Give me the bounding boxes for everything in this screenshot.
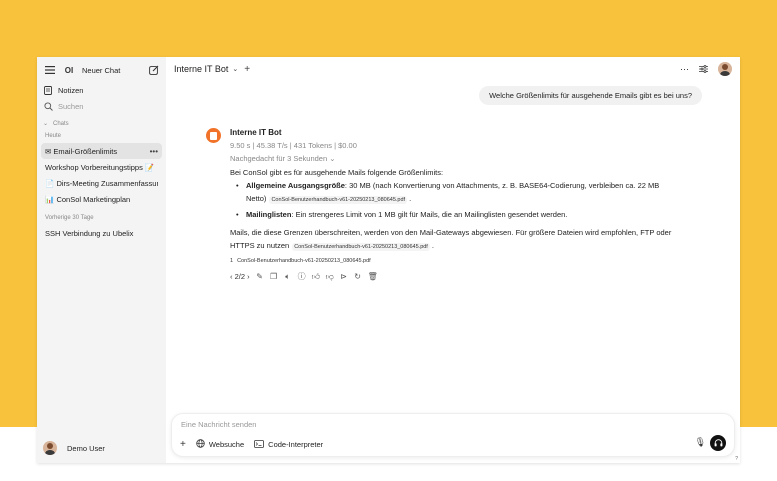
chat-item-label: ✉ Email-Größenlimits bbox=[45, 146, 118, 156]
message-actions: ‹ 2/2 › ✎ ❐ 🔈︎ ⓘ 👍︎ 👎︎ ⊳ ↻ 🗑︎ bbox=[230, 270, 686, 283]
avatar[interactable] bbox=[718, 62, 732, 76]
chevron-down-icon[interactable]: ⌄ bbox=[232, 65, 238, 73]
chat-item-workshop[interactable]: Workshop Vorbereitungstipps 📝 bbox=[41, 159, 162, 175]
user-name: Demo User bbox=[67, 443, 105, 453]
top-bar: Interne IT Bot ⌄ + ⋯ bbox=[166, 57, 740, 81]
add-attachment-icon[interactable]: + bbox=[180, 439, 186, 450]
thumbs-down-icon[interactable]: 👎︎ bbox=[326, 270, 334, 283]
delete-icon[interactable]: 🗑︎ bbox=[368, 270, 378, 283]
terminal-icon bbox=[254, 439, 265, 450]
app-window: OI Neuer Chat Notizen Suchen ⌄ Chats Heu… bbox=[37, 57, 740, 463]
more-options-icon[interactable]: ••• bbox=[148, 147, 158, 156]
message-composer[interactable]: Eine Nachricht senden + Websuche Code-In… bbox=[171, 413, 735, 457]
logo-icon: OI bbox=[64, 65, 74, 75]
chat-item-label: Workshop Vorbereitungstipps 📝 bbox=[45, 162, 155, 172]
chats-section-label: Chats bbox=[53, 120, 69, 127]
chat-item-dirs-meeting[interactable]: 📄 Dirs-Meeting Zusammenfassung bbox=[41, 175, 162, 191]
new-chat-button[interactable]: Neuer Chat bbox=[82, 66, 148, 75]
edit-icon[interactable] bbox=[148, 64, 160, 76]
thought-toggle[interactable]: Nachgedacht für 3 Sekunden ⌄ bbox=[230, 152, 686, 166]
globe-icon bbox=[196, 439, 205, 450]
user-menu[interactable]: Demo User bbox=[43, 441, 105, 455]
composer-tools: + Websuche Code-Interpreter bbox=[180, 439, 323, 450]
search-icon bbox=[43, 101, 53, 111]
microphone-icon[interactable]: 🎙︎ bbox=[695, 437, 706, 448]
bot-stats: 9.50 s | 45.38 T/s | 431 Tokens | $0.00 bbox=[230, 141, 357, 150]
chevron-down-icon: ⌄ bbox=[43, 121, 49, 127]
answer-intro: Bei ConSol gibt es für ausgehende Mails … bbox=[230, 168, 444, 177]
chat-item-label: 📄 Dirs-Meeting Zusammenfassung bbox=[45, 178, 158, 188]
regenerate-icon[interactable]: ↻ bbox=[354, 270, 362, 283]
group-label: Vorherige 30 Tage bbox=[45, 215, 94, 221]
citation-chip[interactable]: ConSol-Benutzerhandbuch-v61-20250213_080… bbox=[292, 243, 430, 252]
search-placeholder: Suchen bbox=[58, 101, 84, 111]
bot-name: Interne IT Bot bbox=[230, 128, 282, 137]
chat-item-marketingplan[interactable]: 📊 ConSol Marketingplan bbox=[41, 191, 162, 207]
sidebar-item-notes[interactable]: Notizen bbox=[37, 82, 166, 98]
main-panel: Interne IT Bot ⌄ + ⋯ Welche Größenlimits… bbox=[166, 57, 740, 463]
websearch-toggle[interactable]: Websuche bbox=[196, 439, 244, 450]
pager[interactable]: ‹ 2/2 › bbox=[230, 270, 250, 283]
chat-item-ssh[interactable]: SSH Verbindung zu Ubelix bbox=[41, 225, 162, 241]
list-item: Mailinglisten: Ein strengeres Limit von … bbox=[234, 208, 686, 221]
edit-icon[interactable]: ✎ bbox=[256, 270, 264, 283]
chevron-down-icon: ⌄ bbox=[329, 154, 336, 163]
sidebar-header: OI Neuer Chat bbox=[37, 58, 166, 82]
bot-message: Interne IT Bot 9.50 s | 45.38 T/s | 431 … bbox=[206, 126, 686, 283]
group-label: Heute bbox=[45, 133, 62, 139]
citation-chip[interactable]: ConSol-Benutzerhandbuch-v61-20250213_080… bbox=[269, 196, 408, 205]
model-selector[interactable]: Interne IT Bot bbox=[174, 64, 228, 74]
sidebar-item-label: Notizen bbox=[58, 85, 84, 95]
avatar bbox=[43, 441, 57, 455]
user-message: Welche Größenlimits für ausgehende Email… bbox=[479, 86, 702, 105]
voice-mode-button[interactable] bbox=[710, 435, 726, 451]
notes-icon bbox=[43, 85, 53, 95]
add-model-icon[interactable]: + bbox=[244, 64, 250, 75]
more-options-icon[interactable]: ⋯ bbox=[680, 64, 689, 75]
thumbs-up-icon[interactable]: 👍︎ bbox=[312, 270, 320, 283]
message-input-placeholder[interactable]: Eine Nachricht senden bbox=[181, 420, 256, 429]
speaker-icon[interactable]: 🔈︎ bbox=[284, 270, 292, 283]
menu-icon[interactable] bbox=[44, 64, 56, 76]
bot-avatar bbox=[206, 128, 221, 143]
source-reference[interactable]: 1 ConSol-Benutzerhandbuch-v61-20250213_08… bbox=[230, 255, 686, 267]
sidebar: OI Neuer Chat Notizen Suchen ⌄ Chats Heu… bbox=[37, 57, 166, 463]
help-link[interactable]: ? bbox=[735, 456, 738, 462]
chat-item-label: SSH Verbindung zu Ubelix bbox=[45, 228, 134, 238]
chats-section-toggle[interactable]: ⌄ Chats bbox=[37, 118, 166, 129]
continue-icon[interactable]: ⊳ bbox=[340, 270, 348, 283]
list-item: Allgemeine Ausgangsgröße: 30 MB (nach Ko… bbox=[234, 179, 686, 207]
answer-paragraph: Mails, die diese Grenzen überschreiten, … bbox=[230, 227, 672, 252]
settings-sliders-icon[interactable] bbox=[699, 65, 708, 73]
answer-list: Allgemeine Ausgangsgröße: 30 MB (nach Ko… bbox=[230, 179, 686, 221]
info-icon[interactable]: ⓘ bbox=[298, 270, 306, 283]
search-input[interactable]: Suchen bbox=[37, 98, 166, 114]
top-bar-actions: ⋯ bbox=[680, 62, 732, 76]
chat-item-label: 📊 ConSol Marketingplan bbox=[45, 194, 131, 204]
code-interpreter-toggle[interactable]: Code-Interpreter bbox=[254, 439, 323, 450]
chat-item-email[interactable]: ✉ Email-Größenlimits ••• bbox=[41, 143, 162, 159]
copy-icon[interactable]: ❐ bbox=[270, 270, 278, 283]
